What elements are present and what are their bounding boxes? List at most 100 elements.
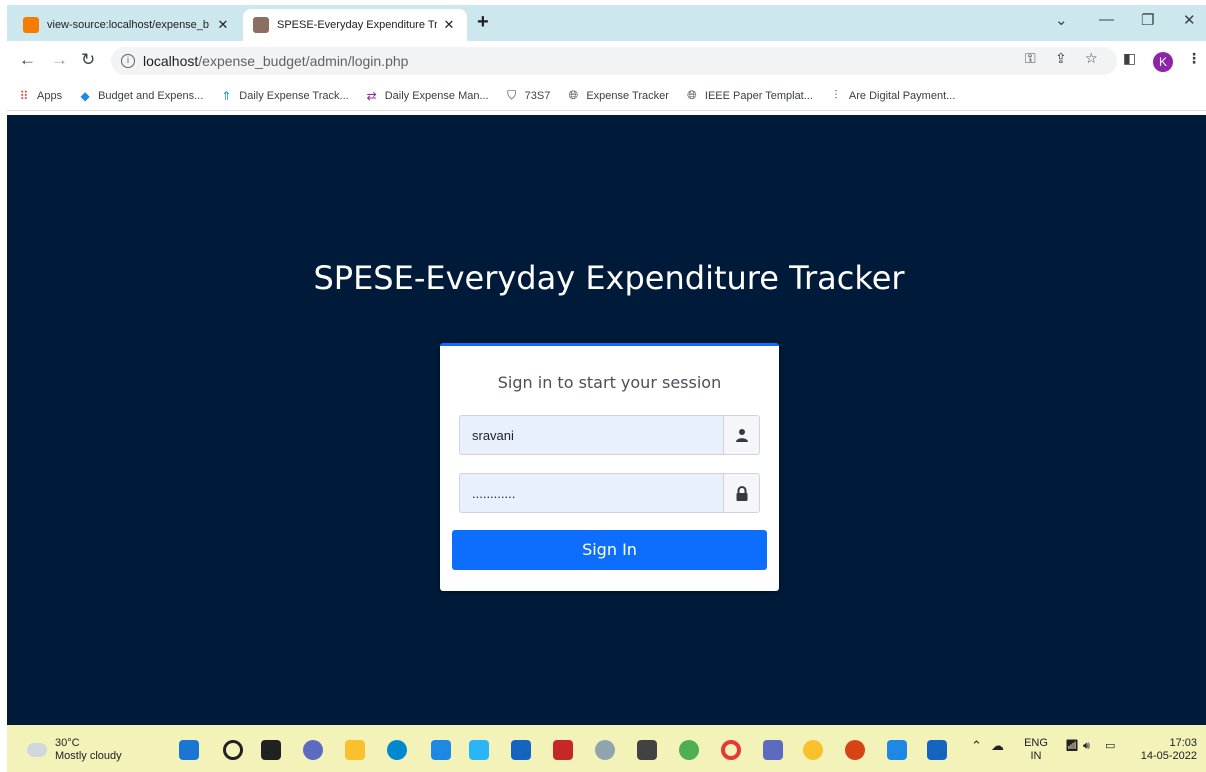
windows-taskbar: 30°C Mostly cloudy ⌃ ☁ ENG IN 📶︎ 🔊︎ ▭ 17… xyxy=(7,725,1206,772)
bookmark-daily-manager[interactable]: ⇄ Daily Expense Man... xyxy=(365,89,489,103)
page-title: SPESE-Everyday Expenditure Tracker xyxy=(313,259,905,297)
drop-icon: ◆ xyxy=(80,88,90,103)
lock-icon xyxy=(723,473,760,513)
bookmark-digital-payment[interactable]: ⫶ Are Digital Payment... xyxy=(829,88,956,103)
bookmark-label: Apps xyxy=(37,89,63,102)
password-key-icon[interactable]: ⚿ xyxy=(1025,50,1036,67)
tab-view-source[interactable]: view-source:localhost/expense_b ✕ xyxy=(13,9,241,41)
start-icon[interactable] xyxy=(179,740,199,760)
bookmark-label: Budget and Expens... xyxy=(98,89,204,102)
search-icon[interactable] xyxy=(223,740,243,760)
close-window-icon[interactable]: ✕ xyxy=(1183,11,1196,29)
chrome-active-icon[interactable] xyxy=(803,740,823,760)
tree-icon: ⇑ xyxy=(221,88,232,103)
bookmark-label: IEEE Paper Templat... xyxy=(704,89,813,102)
tray-overflow-icon[interactable]: ⌃ xyxy=(971,739,982,752)
globe-icon: 🌐︎ xyxy=(687,88,697,102)
back-icon[interactable]: ← xyxy=(19,50,36,70)
login-page: SPESE-Everyday Expenditure Tracker Sign … xyxy=(7,115,1206,725)
edge-icon[interactable] xyxy=(387,740,407,760)
volume-icon[interactable]: 🔊︎ xyxy=(1083,740,1090,753)
restore-icon[interactable]: ❐ xyxy=(1141,11,1154,29)
tab-spese-login[interactable]: SPESE-Everyday Expenditure Trac ✕ xyxy=(243,9,467,41)
app-dark-icon[interactable] xyxy=(637,740,657,760)
teams-icon[interactable] xyxy=(763,740,783,760)
clock-time: 17:03 xyxy=(1169,737,1197,749)
bookmark-daily-tracker[interactable]: ⇑ Daily Expense Track... xyxy=(219,89,348,103)
mcafee-icon[interactable] xyxy=(553,740,573,760)
sign-in-button[interactable]: Sign In xyxy=(452,530,767,570)
bookmark-apps[interactable]: ⠿ Apps xyxy=(17,89,62,103)
weather-temp: 30°C xyxy=(55,737,80,749)
password-group xyxy=(459,473,760,513)
bookmark-expense-tracker[interactable]: 🌐︎ Expense Tracker xyxy=(566,88,669,103)
tab-title: SPESE-Everyday Expenditure Trac xyxy=(277,19,437,31)
username-group xyxy=(459,415,760,455)
share-icon[interactable]: ⇪ xyxy=(1055,50,1067,67)
tab-search-icon[interactable]: ⌄ xyxy=(1055,11,1068,29)
bookmark-label: Expense Tracker xyxy=(586,89,669,102)
lang-bottom: IN xyxy=(1030,750,1042,762)
login-card: Sign in to start your session Sign In xyxy=(440,343,779,591)
bookmark-label: Are Digital Payment... xyxy=(848,89,956,102)
tab-close-icon[interactable]: ✕ xyxy=(441,17,457,33)
lang-top: ENG xyxy=(1024,737,1048,749)
weather-widget[interactable]: 30°C Mostly cloudy xyxy=(27,737,122,763)
minimize-icon[interactable]: — xyxy=(1099,11,1114,28)
login-message: Sign in to start your session xyxy=(497,373,722,392)
tab-strip: view-source:localhost/expense_b ✕ SPESE-… xyxy=(7,5,1206,41)
cloud-icon xyxy=(27,743,47,757)
store-icon[interactable] xyxy=(431,740,451,760)
xampp-favicon-icon xyxy=(23,17,39,33)
word-icon[interactable] xyxy=(927,740,947,760)
url-host: localhost xyxy=(143,53,199,69)
chair-icon: ⛉ xyxy=(507,88,517,102)
app-blue-icon[interactable] xyxy=(511,740,531,760)
chart-icon: ⫶ xyxy=(834,88,838,102)
onedrive-icon[interactable]: ☁ xyxy=(991,739,1004,752)
bookmark-ieee[interactable]: 🌐︎ IEEE Paper Templat... xyxy=(685,88,813,103)
profile-avatar[interactable]: K xyxy=(1153,52,1173,72)
opera-icon[interactable] xyxy=(721,740,741,760)
address-bar[interactable]: i localhost/expense_budget/admin/login.p… xyxy=(111,47,1117,75)
side-panel-icon[interactable]: ◧ xyxy=(1123,50,1136,67)
globe-icon: 🌐︎ xyxy=(568,88,579,102)
weather-desc: Mostly cloudy xyxy=(55,750,122,762)
notepad-icon[interactable] xyxy=(887,740,907,760)
username-input[interactable] xyxy=(459,415,723,455)
site-info-icon[interactable]: i xyxy=(121,54,135,68)
apps-grid-icon: ⠿ xyxy=(19,88,29,103)
battery-icon[interactable]: ▭ xyxy=(1105,740,1115,753)
bookmark-label: Daily Expense Track... xyxy=(239,89,349,102)
tab-close-icon[interactable]: ✕ xyxy=(215,17,231,33)
arrows-icon: ⇄ xyxy=(366,88,377,103)
powerpoint-icon[interactable] xyxy=(845,740,865,760)
browser-window: view-source:localhost/expense_b ✕ SPESE-… xyxy=(7,5,1206,772)
bookmark-star-icon[interactable]: ☆ xyxy=(1085,50,1098,67)
password-input[interactable] xyxy=(459,473,723,513)
task-view-icon[interactable] xyxy=(261,740,281,760)
reload-icon[interactable]: ↻ xyxy=(81,50,95,70)
file-explorer-icon[interactable] xyxy=(345,740,365,760)
clock[interactable]: 17:03 14-05-2022 xyxy=(1131,737,1197,763)
bookmark-label: 73S7 xyxy=(524,89,551,102)
url-path: /expense_budget/admin/login.php xyxy=(198,53,409,69)
menu-icon[interactable]: ⋮ xyxy=(1187,50,1201,67)
bookmark-label: Daily Expense Man... xyxy=(384,89,489,102)
new-tab-button[interactable]: + xyxy=(477,11,489,34)
bookmark-budget[interactable]: ◆ Budget and Expens... xyxy=(78,89,203,103)
clock-date: 14-05-2022 xyxy=(1140,750,1197,762)
bookmarks-bar: ⠿ Apps ◆ Budget and Expens... ⇑ Daily Ex… xyxy=(7,81,1206,111)
chat-icon[interactable] xyxy=(303,740,323,760)
user-icon xyxy=(723,415,760,455)
app-l-icon[interactable] xyxy=(469,740,489,760)
forward-icon[interactable]: → xyxy=(51,50,68,70)
wifi-icon[interactable]: 📶︎ xyxy=(1065,740,1079,753)
app-gear-icon[interactable] xyxy=(595,740,615,760)
chrome-icon[interactable] xyxy=(679,740,699,760)
app-favicon-icon xyxy=(253,17,269,33)
browser-toolbar: ← → ↻ i localhost/expense_budget/admin/l… xyxy=(7,41,1206,81)
tab-title: view-source:localhost/expense_b xyxy=(47,19,210,31)
bookmark-73s7[interactable]: ⛉ 73S7 xyxy=(505,88,551,103)
language-indicator[interactable]: ENG IN xyxy=(1021,737,1051,763)
